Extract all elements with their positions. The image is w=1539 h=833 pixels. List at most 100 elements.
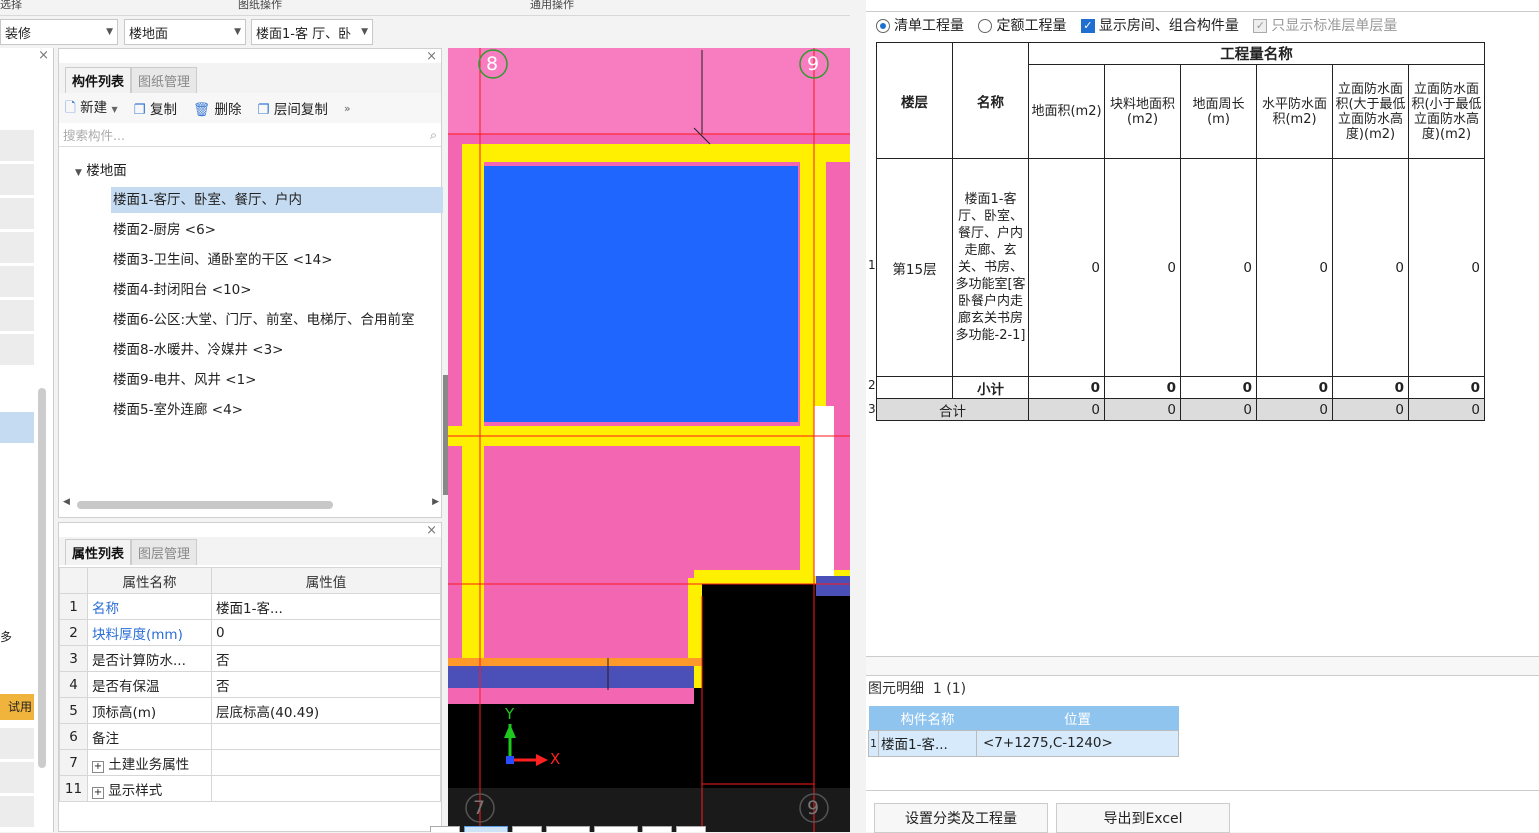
copy-button[interactable]: ❐ 复制 bbox=[134, 98, 177, 118]
property-value[interactable]: 否 bbox=[211, 671, 441, 698]
value-cell: 0 bbox=[1256, 398, 1333, 421]
tree-item-floor5[interactable]: 楼面5-室外连廊 <4> bbox=[111, 397, 243, 423]
table-row[interactable]: 5 顶标高(m) 层底标高(40.49) bbox=[59, 697, 441, 724]
table-row[interactable]: 1 名称 楼面1-客... bbox=[59, 593, 441, 620]
item-select[interactable]: 楼面1-客 厅、卧 ▼ bbox=[251, 19, 373, 45]
copy-label: 复制 bbox=[150, 102, 178, 118]
type-select[interactable]: 楼地面 ▼ bbox=[124, 19, 246, 45]
export-excel-button[interactable]: 导出到Excel bbox=[1056, 803, 1230, 833]
property-value[interactable]: 0 bbox=[211, 619, 441, 646]
search-input[interactable]: 搜索构件... bbox=[63, 125, 125, 144]
nav-cell[interactable] bbox=[0, 266, 34, 298]
table-row[interactable]: 第15层 楼面1-客厅、卧室、餐厅、户内走廊、玄关、书房、多功能室[客卧餐户内走… bbox=[876, 158, 1485, 377]
nav-cell-selected[interactable] bbox=[0, 412, 34, 444]
tree-root[interactable]: ▼ 楼地面 bbox=[75, 159, 127, 179]
bottom-tab[interactable] bbox=[594, 826, 638, 832]
detail-row[interactable]: 1 楼面1-客... <7+1275,C-1240> bbox=[868, 729, 1179, 757]
detail-position-cell[interactable]: <7+1275,C-1240> bbox=[976, 729, 1179, 757]
close-icon[interactable]: × bbox=[426, 49, 437, 64]
row-num: 1 bbox=[868, 258, 876, 272]
tab-layer-management[interactable]: 图层管理 bbox=[131, 539, 198, 565]
scroll-left-icon[interactable]: ◀ bbox=[63, 497, 70, 507]
horizontal-scrollbar[interactable]: ◀ ▶ bbox=[63, 497, 439, 509]
nav-cell[interactable] bbox=[0, 164, 34, 196]
detail-table: 构件名称 位置 1 楼面1-客... <7+1275,C-1240> bbox=[868, 706, 1179, 757]
table-row[interactable]: 6 备注 bbox=[59, 723, 441, 750]
property-name[interactable]: + 土建业务属性 bbox=[87, 749, 212, 776]
nav-cell[interactable] bbox=[0, 762, 34, 794]
bottom-tab[interactable] bbox=[430, 826, 460, 832]
checkbox-show-rooms[interactable]: ✓ 显示房间、组合构件量 bbox=[1080, 18, 1239, 34]
checkbox-icon[interactable]: ✓ bbox=[1080, 19, 1095, 33]
property-value[interactable] bbox=[211, 749, 441, 776]
table-row[interactable]: 4 是否有保温否 bbox=[59, 671, 441, 698]
cad-canvas[interactable]: 8 9 7 9 Y X bbox=[448, 48, 850, 832]
property-value[interactable]: 否 bbox=[211, 645, 441, 672]
checkbox-icon[interactable]: ✓ bbox=[1253, 19, 1268, 33]
more-tools-button[interactable]: » bbox=[344, 102, 351, 115]
table-row[interactable]: 11 + 显示样式 bbox=[59, 775, 441, 802]
table-row[interactable]: 7 + 土建业务属性 bbox=[59, 749, 441, 776]
table-row[interactable]: 2 块料厚度(mm) 0 bbox=[59, 619, 441, 646]
tree-item-floor9[interactable]: 楼面9-电井、风井 <1> bbox=[111, 367, 256, 393]
tree-item-floor8[interactable]: 楼面8-水暖井、冷媒井 <3> bbox=[111, 337, 283, 363]
expand-icon[interactable]: + bbox=[92, 760, 104, 773]
scroll-right-icon[interactable]: ▶ bbox=[432, 497, 439, 507]
expand-icon[interactable]: + bbox=[92, 786, 104, 799]
tree-item-floor4[interactable]: 楼面4-封闭阳台 <10> bbox=[111, 277, 252, 303]
radio-bill-quantity[interactable]: 清单工程量 bbox=[876, 18, 964, 34]
nav-cell[interactable] bbox=[0, 198, 34, 230]
component-search[interactable]: 搜索构件... ⌕ bbox=[59, 123, 441, 147]
report-splitter[interactable] bbox=[866, 656, 1539, 676]
tab-component-list[interactable]: 构件列表 bbox=[65, 67, 132, 93]
nav-cell[interactable] bbox=[0, 334, 34, 366]
nav-cell[interactable] bbox=[0, 796, 34, 828]
nav-cell[interactable] bbox=[0, 728, 34, 760]
tab-drawing-management[interactable]: 图纸管理 bbox=[131, 67, 198, 93]
floor-copy-button[interactable]: ❐ 层间复制 bbox=[257, 98, 327, 118]
delete-button[interactable]: 🗑 删除 bbox=[193, 98, 241, 118]
close-icon[interactable]: × bbox=[38, 48, 49, 63]
category-select[interactable]: 装修 ▼ bbox=[0, 19, 118, 45]
nav-cell[interactable] bbox=[0, 232, 34, 264]
subtotal-row[interactable]: 小计 0 0 0 0 0 0 bbox=[876, 376, 1485, 399]
tree-item-floor1[interactable]: 楼面1-客厅、卧室、餐厅、户内 bbox=[111, 187, 443, 213]
drawing-ops-label[interactable]: 图纸操作 bbox=[238, 0, 282, 12]
bottom-tab[interactable] bbox=[546, 826, 590, 832]
bottom-tab-active[interactable] bbox=[464, 826, 508, 832]
detail-name-cell: 楼面1-客... bbox=[878, 729, 977, 757]
trash-icon: 🗑 bbox=[193, 102, 211, 118]
table-row[interactable]: 3 是否计算防水... 否 bbox=[59, 645, 441, 672]
tab-property-list[interactable]: 属性列表 bbox=[65, 539, 132, 565]
checkbox-standard-floor[interactable]: ✓ 只显示标准层单层量 bbox=[1253, 18, 1397, 34]
property-value[interactable] bbox=[211, 723, 441, 750]
bottom-tab[interactable] bbox=[642, 826, 672, 832]
collapse-arrow-icon[interactable]: ▼ bbox=[75, 168, 82, 178]
property-value[interactable] bbox=[211, 775, 441, 802]
trial-badge[interactable]: 试用 bbox=[0, 694, 34, 720]
tree-item-floor2[interactable]: 楼面2-厨房 <6> bbox=[111, 217, 216, 243]
scrollbar-thumb[interactable] bbox=[77, 501, 333, 509]
new-button[interactable]: 🗋 新建 ▼ bbox=[65, 96, 118, 121]
radio-icon[interactable] bbox=[876, 19, 890, 33]
property-name[interactable]: + 显示样式 bbox=[87, 775, 212, 802]
set-category-button[interactable]: 设置分类及工程量 bbox=[874, 803, 1048, 833]
property-value[interactable]: 层底标高(40.49) bbox=[211, 697, 441, 724]
search-icon[interactable]: ⌕ bbox=[430, 127, 437, 143]
nav-cell[interactable] bbox=[0, 300, 34, 332]
close-icon[interactable]: × bbox=[426, 523, 437, 538]
nav-cell[interactable] bbox=[0, 130, 34, 162]
radio-quota-quantity[interactable]: 定额工程量 bbox=[978, 18, 1066, 34]
property-value[interactable]: 楼面1-客... bbox=[211, 593, 441, 620]
button-divider bbox=[866, 790, 1539, 791]
common-ops-label[interactable]: 通用操作 bbox=[530, 0, 574, 12]
bottom-tab[interactable] bbox=[676, 826, 706, 832]
vertical-scrollbar[interactable] bbox=[38, 388, 46, 768]
total-row[interactable]: 合计 0 0 0 0 0 0 bbox=[876, 398, 1485, 421]
radio-icon[interactable] bbox=[978, 19, 993, 33]
bottom-tab[interactable] bbox=[512, 826, 542, 832]
axis-label-bottom-right: 9 bbox=[807, 797, 820, 819]
row-num: 11 bbox=[59, 775, 88, 802]
tree-item-floor3[interactable]: 楼面3-卫生间、通卧室的干区 <14> bbox=[111, 247, 333, 273]
tree-item-floor6[interactable]: 楼面6-公区:大堂、门厅、前室、电梯厅、合用前室 bbox=[111, 307, 441, 333]
